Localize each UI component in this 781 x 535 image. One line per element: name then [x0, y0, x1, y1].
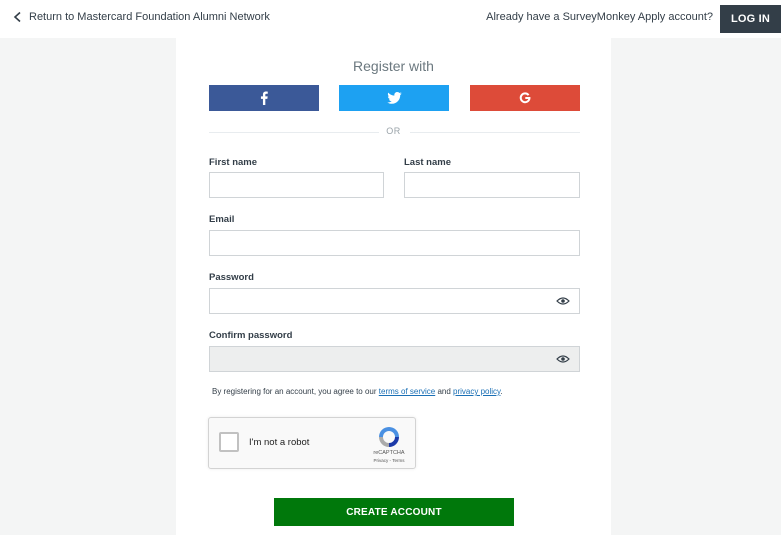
last-name-input[interactable]: [404, 172, 580, 198]
last-name-label: Last name: [404, 157, 451, 168]
email-label: Email: [209, 214, 235, 225]
confirm-password-label: Confirm password: [209, 330, 293, 341]
terms-of-service-link[interactable]: terms of service: [379, 387, 435, 396]
recaptcha-logo-icon: [379, 427, 399, 447]
login-button[interactable]: LOG IN: [720, 5, 781, 33]
divider-right: [410, 132, 580, 133]
agreement-suffix: .: [500, 387, 503, 396]
first-name-input[interactable]: [209, 172, 384, 198]
twitter-login-button[interactable]: [339, 85, 449, 111]
create-account-button[interactable]: CREATE ACCOUNT: [274, 498, 514, 526]
show-password-icon[interactable]: [556, 296, 570, 306]
first-name-label: First name: [209, 157, 258, 168]
register-with-heading: Register with: [353, 58, 434, 74]
password-label: Password: [209, 272, 254, 283]
email-input[interactable]: [209, 230, 580, 256]
recaptcha-privacy-terms[interactable]: Privacy - Terms: [361, 458, 417, 463]
return-link-label: Return to Mastercard Foundation Alumni N…: [29, 11, 270, 23]
registration-card: Register with OR First name Last name Em…: [176, 38, 611, 535]
google-login-button[interactable]: [470, 85, 580, 111]
chevron-left-icon: [13, 11, 21, 23]
recaptcha-widget: I'm not a robot reCAPTCHA Privacy - Term…: [208, 417, 416, 469]
facebook-login-button[interactable]: [209, 85, 319, 111]
agreement-middle: and: [435, 387, 454, 396]
already-have-account-text: Already have a SurveyMonkey Apply accoun…: [486, 11, 713, 23]
twitter-icon: [386, 92, 402, 104]
terms-agreement-text: By registering for an account, you agree…: [212, 387, 503, 396]
recaptcha-brand: reCAPTCHA: [373, 450, 405, 456]
password-input[interactable]: [209, 288, 580, 314]
top-bar: Return to Mastercard Foundation Alumni N…: [0, 0, 781, 38]
google-icon: [519, 92, 531, 104]
confirm-password-input[interactable]: [209, 346, 580, 372]
agreement-prefix: By registering for an account, you agree…: [212, 387, 379, 396]
recaptcha-checkbox[interactable]: [219, 432, 239, 452]
recaptcha-label: I'm not a robot: [249, 437, 310, 448]
return-link[interactable]: Return to Mastercard Foundation Alumni N…: [12, 11, 270, 23]
show-confirm-password-icon[interactable]: [556, 354, 570, 364]
privacy-policy-link[interactable]: privacy policy: [453, 387, 500, 396]
facebook-icon: [260, 91, 268, 105]
or-separator: OR: [386, 126, 401, 136]
